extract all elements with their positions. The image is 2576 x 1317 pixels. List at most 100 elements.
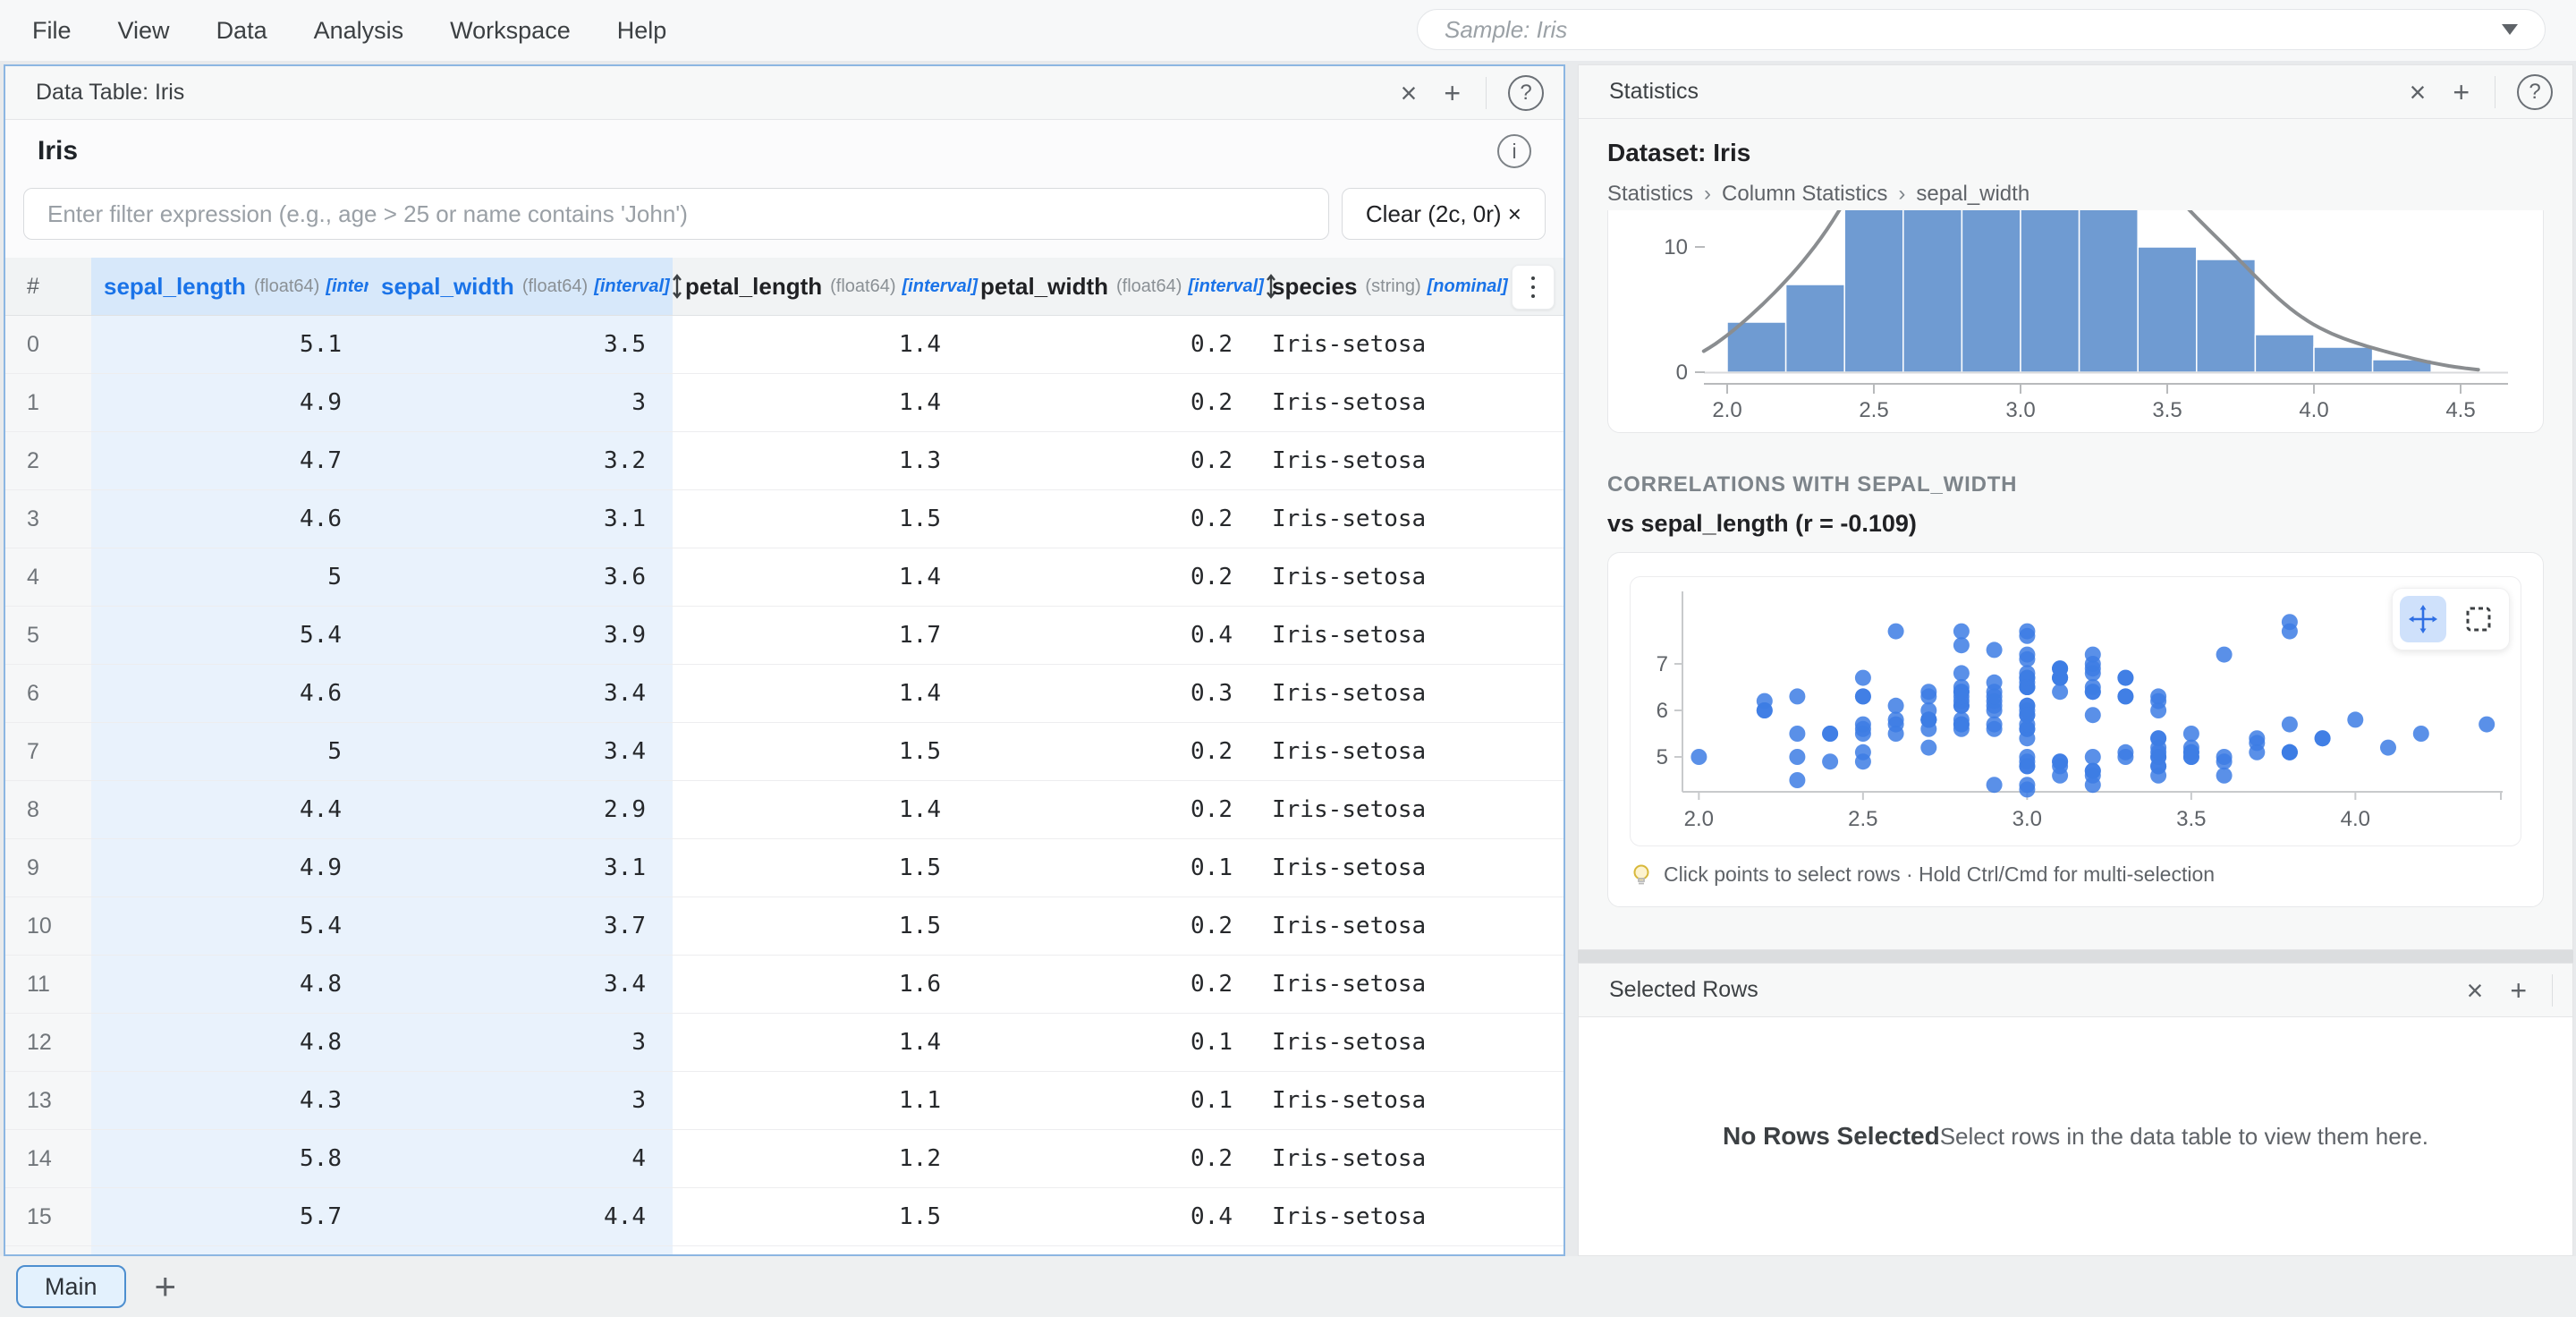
cell-species: Iris-setosa (1259, 1246, 1563, 1254)
cell-petal_width: 0.4 (968, 607, 1259, 664)
table-row[interactable]: 55.43.91.70.4Iris-setosa (5, 607, 1563, 665)
info-icon[interactable]: i (1497, 134, 1531, 168)
svg-text:3.5: 3.5 (2152, 398, 2182, 422)
svg-text:2.5: 2.5 (1859, 398, 1888, 422)
cell-sepal_length: 5.1 (91, 316, 369, 373)
add-workspace-tab-button[interactable]: + (149, 1267, 182, 1306)
close-panel-button[interactable]: × (2467, 976, 2484, 1005)
menu-item-data[interactable]: Data (216, 17, 267, 45)
cell-petal_length: 1.4 (673, 316, 968, 373)
menu-item-workspace[interactable]: Workspace (450, 17, 571, 45)
sepal-width-vs-sepal-length-scatter[interactable]: 2.02.53.03.54.0567 (1631, 577, 2521, 844)
column-dtype: (string) (1365, 276, 1420, 297)
panel-resize-handle[interactable] (1578, 950, 2573, 963)
table-row[interactable]: 145.841.20.2Iris-setosa (5, 1130, 1563, 1188)
empty-state-message: Select rows in the data table to view th… (1940, 1123, 2428, 1151)
breadcrumb-item[interactable]: Column Statistics (1722, 182, 1887, 207)
dataset-title: Iris (38, 136, 1497, 166)
table-row[interactable]: 753.41.50.2Iris-setosa (5, 723, 1563, 781)
cell-sepal_width: 3.1 (369, 839, 673, 896)
cell-sepal_length: 5.7 (91, 1188, 369, 1245)
empty-state-title: No Rows Selected (1723, 1122, 1940, 1151)
workspace-tab-main[interactable]: Main (16, 1265, 126, 1308)
hint-text: Click points to select rows · Hold Ctrl/… (1664, 862, 2215, 887)
cell-species: Iris-setosa (1259, 781, 1563, 838)
breadcrumb-separator: › (1704, 182, 1711, 207)
table-row[interactable]: 114.83.41.60.2Iris-setosa (5, 956, 1563, 1014)
menu-items: File View Data Analysis Workspace Help (32, 17, 713, 45)
menu-item-help[interactable]: Help (617, 17, 667, 45)
column-name: sepal_length (104, 273, 246, 301)
cell-sepal_width: 4 (369, 1130, 673, 1187)
statistics-body: Dataset: Iris Statistics›Column Statisti… (1579, 119, 2572, 949)
table-options-menu-button[interactable] (1512, 265, 1555, 310)
sample-dataset-select[interactable]: Sample: Iris (1417, 9, 2546, 50)
cell-sepal_length: 4.9 (91, 839, 369, 896)
table-row[interactable]: 24.73.21.30.2Iris-setosa (5, 432, 1563, 490)
cell-sepal_width: 3.1 (369, 490, 673, 548)
cell-species: Iris-setosa (1259, 897, 1563, 955)
table-row[interactable]: 34.63.11.50.2Iris-setosa (5, 490, 1563, 548)
row-index: 14 (5, 1130, 91, 1187)
table-row[interactable]: 124.831.40.1Iris-setosa (5, 1014, 1563, 1072)
sample-select-value: Sample: Iris (1445, 16, 2502, 44)
cell-sepal_width: 3.2 (369, 432, 673, 489)
cell-petal_length: 1.3 (673, 1246, 968, 1254)
column-header-petal_length[interactable]: petal_length(float64)[interval] (673, 258, 968, 315)
table-row[interactable]: 94.93.11.50.1Iris-setosa (5, 839, 1563, 897)
table-row[interactable]: 134.331.10.1Iris-setosa (5, 1072, 1563, 1130)
cell-petal_length: 1.2 (673, 1130, 968, 1187)
add-panel-button[interactable]: + (1444, 79, 1461, 107)
close-panel-button[interactable]: × (2410, 78, 2427, 106)
cell-petal_length: 1.5 (673, 1188, 968, 1245)
row-index: 16 (5, 1246, 91, 1254)
cell-species: Iris-setosa (1259, 548, 1563, 606)
stats-scroll-area[interactable]: 2.02.53.03.54.04.5010 CORRELATIONS WITH … (1607, 210, 2544, 949)
close-panel-button[interactable]: × (1401, 79, 1418, 107)
column-dtype: (float64) (522, 276, 588, 297)
cell-petal_width: 0.2 (968, 1130, 1259, 1187)
cell-species: Iris-setosa (1259, 490, 1563, 548)
help-icon[interactable]: ? (2517, 74, 2553, 110)
column-header-sepal_length[interactable]: sepal_length(float64)[interval] (91, 258, 369, 315)
breadcrumb-item[interactable]: Statistics (1607, 182, 1693, 207)
filter-expression-input[interactable] (23, 188, 1329, 240)
table-row[interactable]: 155.74.41.50.4Iris-setosa (5, 1188, 1563, 1246)
workspace-tab-bar: Main + (0, 1256, 2576, 1317)
column-header-sepal_width[interactable]: sepal_width(float64)[interval] (369, 258, 673, 315)
menu-item-analysis[interactable]: Analysis (314, 17, 404, 45)
svg-text:5: 5 (1657, 745, 1668, 769)
cell-petal_length: 1.5 (673, 897, 968, 955)
help-icon[interactable]: ? (1508, 75, 1544, 111)
pan-tool-button[interactable] (2400, 596, 2446, 642)
cell-petal_width: 0.4 (968, 1246, 1259, 1254)
table-row[interactable]: 84.42.91.40.2Iris-setosa (5, 781, 1563, 839)
cell-sepal_length: 4.6 (91, 665, 369, 722)
table-row[interactable]: 105.43.71.50.2Iris-setosa (5, 897, 1563, 956)
table-row[interactable]: 453.61.40.2Iris-setosa (5, 548, 1563, 607)
svg-text:3.0: 3.0 (2012, 807, 2042, 831)
breadcrumb-item[interactable]: sepal_width (1916, 182, 2029, 207)
cell-petal_width: 0.2 (968, 781, 1259, 838)
cell-sepal_length: 5.4 (91, 897, 369, 955)
table-row[interactable]: 14.931.40.2Iris-setosa (5, 374, 1563, 432)
table-row[interactable]: 05.13.51.40.2Iris-setosa (5, 316, 1563, 374)
column-header-petal_width[interactable]: petal_width(float64)[interval] (968, 258, 1259, 315)
row-index: 7 (5, 723, 91, 780)
table-row[interactable]: 165.43.91.30.4Iris-setosa (5, 1246, 1563, 1254)
menu-item-file[interactable]: File (32, 17, 72, 45)
row-index: 13 (5, 1072, 91, 1129)
table-row[interactable]: 64.63.41.40.3Iris-setosa (5, 665, 1563, 723)
add-panel-button[interactable]: + (2510, 976, 2527, 1005)
clear-filter-button[interactable]: Clear (2c, 0r) × (1342, 188, 1546, 240)
add-panel-button[interactable]: + (2453, 78, 2470, 106)
box-select-tool-button[interactable] (2455, 596, 2502, 642)
cell-petal_length: 1.7 (673, 607, 968, 664)
statistics-panel-header: Statistics × + ? (1579, 65, 2572, 119)
row-index: 3 (5, 490, 91, 548)
menu-item-view[interactable]: View (118, 17, 170, 45)
cell-sepal_width: 2.9 (369, 781, 673, 838)
column-role: [interval] (902, 276, 978, 297)
cell-species: Iris-setosa (1259, 839, 1563, 896)
cell-species: Iris-setosa (1259, 1072, 1563, 1129)
